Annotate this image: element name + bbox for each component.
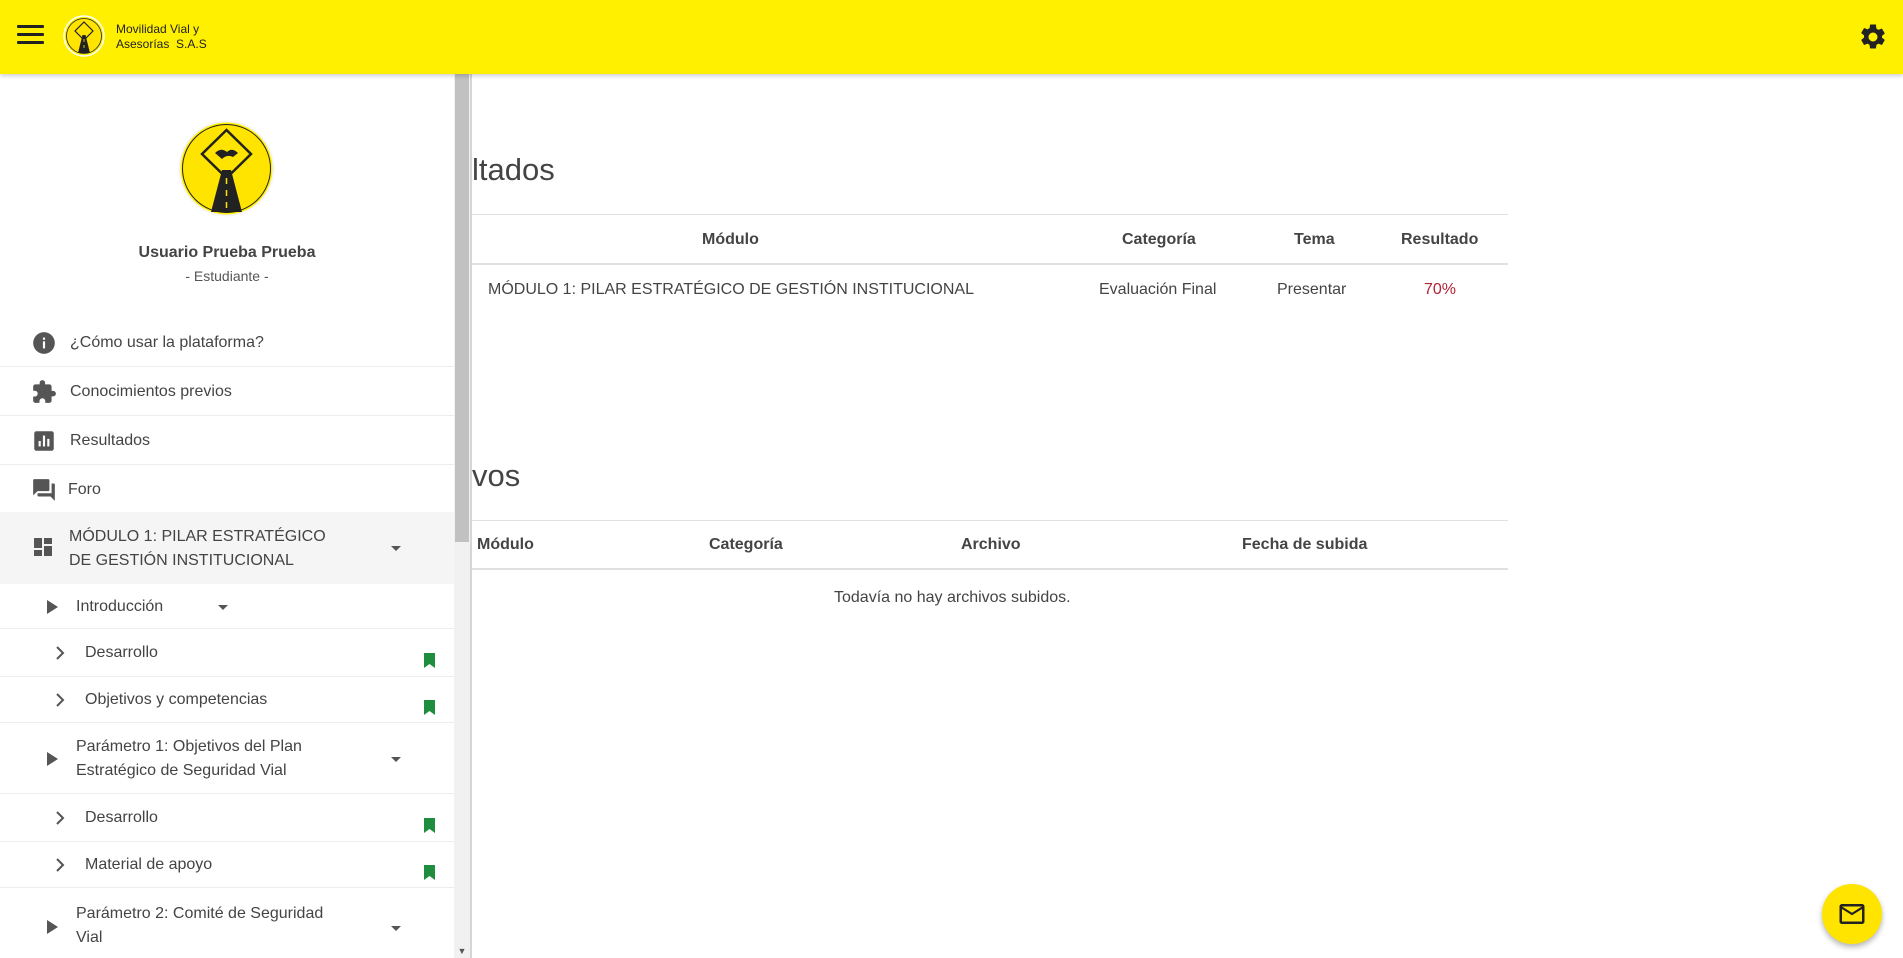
bookmark-icon — [424, 865, 435, 880]
chevron-down-icon — [391, 926, 401, 931]
user-name: Usuario Prueba Prueba — [138, 244, 316, 261]
puzzle-icon — [33, 380, 56, 403]
logo — [63, 15, 105, 57]
sub-item-label: Introducción — [76, 598, 164, 615]
chevron-right-icon — [56, 646, 65, 660]
module-label-line-2: DE GESTIÓN INSTITUCIONAL — [69, 552, 294, 569]
results-header-modulo: Módulo — [702, 231, 759, 248]
sub-item-parametro-1[interactable]: Parámetro 1: Objetivos del Plan Estratég… — [0, 723, 454, 794]
results-title: ltados — [472, 152, 555, 187]
files-header-archivo: Archivo — [961, 536, 1021, 553]
brand-line-1: Movilidad Vial y — [116, 22, 200, 36]
main-content: ltados Módulo Categoría Tema Resultado M… — [472, 74, 1903, 958]
results-cell-tema: Presentar — [1277, 281, 1347, 298]
nav-item-label: Resultados — [70, 432, 151, 449]
info-icon — [33, 332, 55, 354]
bookmark-icon — [424, 700, 435, 715]
sub-item-label: Objetivos y competencias — [85, 691, 268, 708]
nav-item-modulo-1[interactable]: MÓDULO 1: PILAR ESTRATÉGICO DE GESTIÓN I… — [0, 512, 454, 584]
sub-item-material-apoyo[interactable]: Material de apoyo — [0, 842, 454, 888]
sub-item-introduccion[interactable]: Introducción — [0, 584, 454, 629]
sidebar: Usuario Prueba Prueba - Estudiante - ¿Có… — [0, 74, 470, 958]
sidebar-divider — [470, 74, 472, 958]
chevron-down-icon — [218, 605, 228, 610]
sub-item-desarrollo-2[interactable]: Desarrollo — [0, 794, 454, 842]
nav-item-resultados[interactable]: Resultados — [0, 416, 454, 465]
chevron-right-icon — [56, 811, 65, 825]
nav-item-label: ¿Cómo usar la plataforma? — [70, 334, 264, 351]
files-header-categoria: Categoría — [709, 536, 783, 553]
mail-fab-button[interactable] — [1822, 884, 1882, 944]
results-header-tema: Tema — [1294, 231, 1335, 248]
results-cell-resultado: 70% — [1424, 281, 1457, 298]
sub-item-label: Parámetro 1: Objetivos del Plan Estratég… — [76, 735, 302, 783]
sub-item-label: Desarrollo — [85, 809, 158, 826]
results-header-resultado: Resultado — [1401, 231, 1479, 248]
files-header-modulo: Módulo — [477, 536, 534, 553]
results-cell-categoria: Evaluación Final — [1099, 281, 1217, 298]
sidebar-scrollbar-thumb[interactable] — [455, 74, 469, 542]
sub-item-label-line-2: Estratégico de Seguridad Vial — [76, 762, 287, 779]
sub-item-label: Desarrollo — [85, 644, 158, 661]
gear-icon[interactable] — [1858, 22, 1888, 52]
sub-item-label-line-1: Parámetro 2: Comité de Seguridad — [76, 905, 324, 922]
nav-item-conocimientos-previos[interactable]: Conocimientos previos — [0, 367, 454, 416]
sub-item-parametro-2[interactable]: Parámetro 2: Comité de Seguridad Vial — [0, 888, 454, 958]
scroll-down-arrow-icon[interactable]: ▼ — [455, 946, 469, 958]
bookmark-icon — [424, 653, 435, 668]
nav-item-foro[interactable]: Foro — [0, 465, 454, 514]
brand-line-2: Asesorías S.A.S — [116, 37, 207, 51]
results-header-categoria: Categoría — [1122, 231, 1196, 248]
brand-name: Movilidad Vial y Asesorías S.A.S — [116, 22, 226, 52]
module-label-line-1: MÓDULO 1: PILAR ESTRATÉGICO — [69, 528, 326, 545]
top-app-bar: Movilidad Vial y Asesorías S.A.S — [0, 0, 1903, 74]
chevron-down-icon — [391, 757, 401, 762]
menu-icon[interactable] — [17, 25, 45, 49]
chevron-right-icon — [56, 858, 65, 872]
play-arrow-icon — [47, 600, 58, 614]
files-empty-message: Todavía no hay archivos subidos. — [834, 589, 1071, 606]
nav-item-label: Foro — [68, 481, 101, 498]
sub-item-label: Parámetro 2: Comité de Seguridad Vial — [76, 902, 323, 950]
nav-item-como-usar[interactable]: ¿Cómo usar la plataforma? — [0, 318, 454, 367]
bookmark-icon — [424, 818, 435, 833]
chevron-right-icon — [56, 693, 65, 707]
user-role: - Estudiante - — [185, 268, 269, 284]
forum-icon — [33, 479, 55, 501]
divider — [472, 568, 1508, 570]
sub-item-label: Material de apoyo — [85, 856, 213, 873]
play-arrow-icon — [47, 752, 58, 766]
nav-item-label: Conocimientos previos — [70, 383, 232, 400]
sub-item-objetivos[interactable]: Objetivos y competencias — [0, 677, 454, 723]
chevron-down-icon — [391, 546, 401, 551]
divider — [472, 520, 1508, 521]
module-label: MÓDULO 1: PILAR ESTRATÉGICO DE GESTIÓN I… — [69, 525, 359, 573]
bar-chart-icon — [34, 431, 54, 451]
sub-item-desarrollo[interactable]: Desarrollo — [0, 629, 454, 677]
mail-icon — [1839, 904, 1865, 924]
play-arrow-icon — [47, 920, 58, 934]
files-header-fecha: Fecha de subida — [1242, 536, 1368, 553]
dashboard-icon — [34, 538, 52, 556]
avatar — [178, 120, 275, 217]
results-cell-modulo: MÓDULO 1: PILAR ESTRATÉGICO DE GESTIÓN I… — [488, 281, 974, 298]
sub-item-label-line-1: Parámetro 1: Objetivos del Plan — [76, 738, 302, 755]
sub-item-label-line-2: Vial — [76, 929, 103, 946]
divider — [472, 263, 1508, 265]
divider — [472, 214, 1508, 215]
files-title: vos — [472, 458, 521, 493]
